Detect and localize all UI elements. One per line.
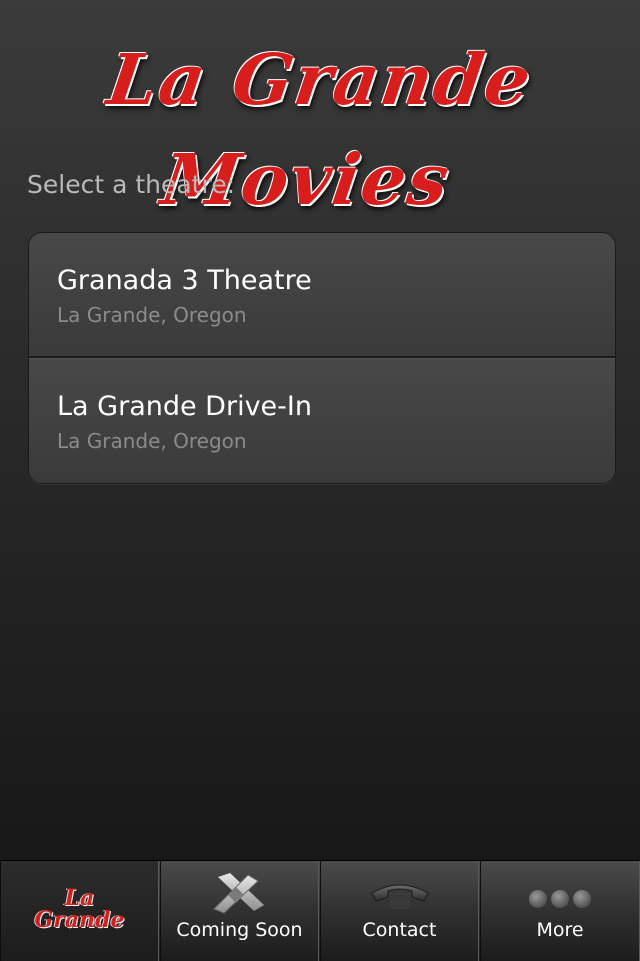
home-logo-line2: Grande xyxy=(34,907,125,933)
home-logo-line1: La xyxy=(64,885,95,911)
tab-coming-soon[interactable]: Coming Soon xyxy=(160,861,319,961)
tab-more[interactable]: More xyxy=(480,861,640,961)
app-logo: La Grande Movies xyxy=(102,38,538,221)
home-logo-icon: La Grande xyxy=(1,887,158,931)
more-dots-icon xyxy=(527,871,593,919)
theatre-name: Granada 3 Theatre xyxy=(57,265,312,296)
phone-icon xyxy=(368,871,432,919)
select-theatre-prompt: Select a theatre: xyxy=(27,170,236,199)
tab-label: More xyxy=(536,919,584,941)
clapperboard-icon xyxy=(208,871,272,919)
theatre-list: Granada 3 Theatre La Grande, Oregon La G… xyxy=(28,232,616,484)
theatre-name: La Grande Drive-In xyxy=(57,391,312,422)
tab-bar: La Grande Coming Soon Contact More xyxy=(0,860,640,961)
tab-contact[interactable]: Contact xyxy=(320,861,479,961)
theatre-location: La Grande, Oregon xyxy=(57,303,247,327)
theatre-item-drive-in[interactable]: La Grande Drive-In La Grande, Oregon xyxy=(29,358,615,483)
theatre-location: La Grande, Oregon xyxy=(57,429,247,453)
theatre-item-granada[interactable]: Granada 3 Theatre La Grande, Oregon xyxy=(29,233,615,358)
tab-label: Coming Soon xyxy=(176,919,303,941)
tab-label: Contact xyxy=(362,919,437,941)
tab-home[interactable]: La Grande xyxy=(0,861,159,961)
